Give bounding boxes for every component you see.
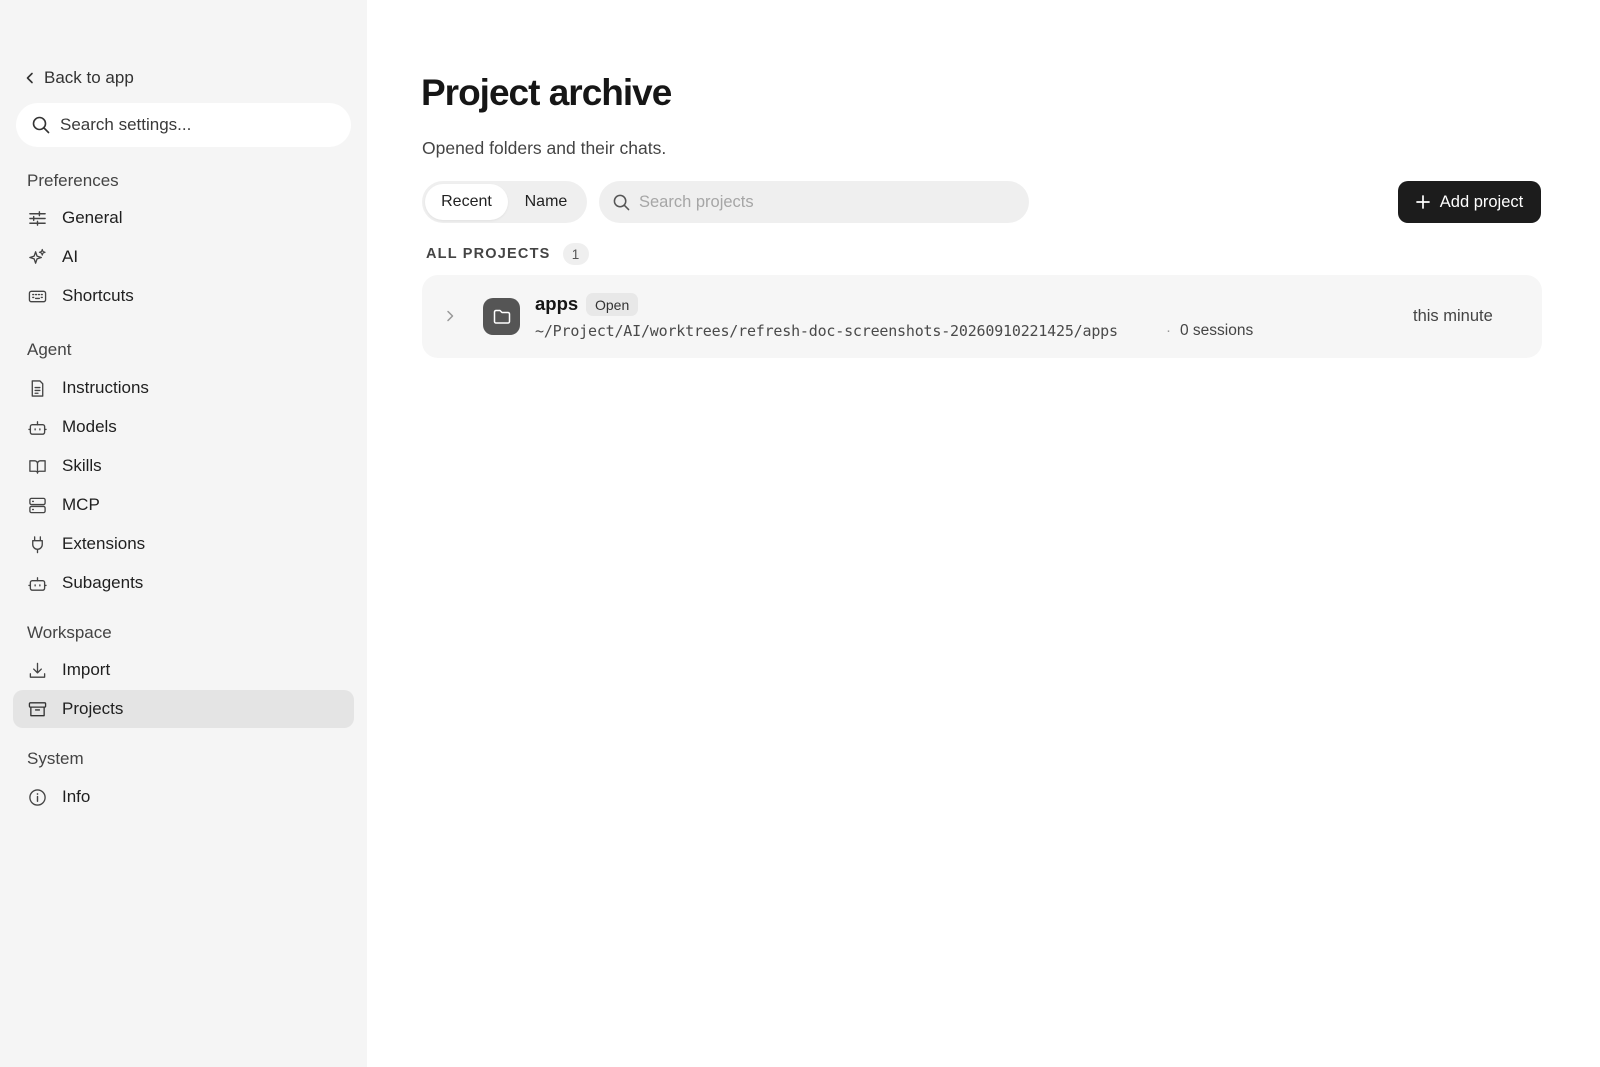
sidebar-item-shortcuts[interactable]: Shortcuts [13, 277, 354, 315]
sidebar-item-info[interactable]: Info [13, 778, 354, 816]
sidebar-item-label: Subagents [62, 573, 144, 592]
project-row[interactable]: apps Open ~/Project/AI/worktrees/refresh… [422, 275, 1542, 358]
settings-sidebar: Back to app Preferences General AI Short… [0, 0, 367, 1067]
page-subtitle: Opened folders and their chats. [422, 138, 667, 158]
section-title-workspace: Workspace [27, 623, 112, 642]
last-opened-time: this minute [1413, 307, 1493, 325]
sidebar-item-models[interactable]: Models [13, 408, 354, 446]
sidebar-item-label: MCP [62, 495, 100, 514]
project-path: ~/Project/AI/worktrees/refresh-doc-scree… [535, 322, 1118, 340]
info-icon [27, 787, 47, 807]
search-icon [613, 194, 630, 210]
sidebar-item-projects[interactable]: Projects [13, 690, 354, 728]
document-icon [27, 378, 47, 398]
search-icon [32, 116, 50, 134]
back-to-app-label: Back to app [44, 68, 134, 87]
sliders-icon [27, 208, 47, 228]
sidebar-item-label: General [62, 208, 123, 227]
meta-separator: · [1166, 322, 1171, 339]
section-title-agent: Agent [27, 340, 72, 359]
keyboard-icon [27, 286, 47, 306]
bot-icon [27, 573, 47, 593]
sidebar-item-label: Projects [62, 699, 124, 718]
sidebar-item-label: Instructions [62, 378, 149, 397]
section-title-system: System [27, 749, 84, 768]
sidebar-item-label: Models [62, 417, 117, 436]
folder-avatar [483, 298, 520, 335]
sidebar-item-label: AI [62, 247, 79, 266]
add-project-label: Add project [1439, 192, 1524, 211]
section-title-preferences: Preferences [27, 171, 119, 190]
project-archive-panel: Project archive Opened folders and their… [367, 0, 1600, 1067]
sidebar-item-import[interactable]: Import [13, 651, 354, 689]
sort-toggle: Recent Name [422, 181, 587, 223]
sidebar-item-label: Info [62, 787, 91, 806]
download-icon [27, 660, 47, 680]
back-to-app-link[interactable]: Back to app [24, 66, 134, 90]
all-projects-label: ALL PROJECTS [426, 246, 551, 262]
chevron-left-icon [26, 72, 33, 84]
plus-icon [1415, 195, 1430, 209]
project-search-field[interactable] [599, 181, 1029, 223]
sidebar-item-mcp[interactable]: MCP [13, 486, 354, 524]
add-project-button[interactable]: Add project [1398, 181, 1541, 223]
session-count: 0 sessions [1180, 322, 1254, 339]
page-title: Project archive [421, 72, 672, 113]
bot-icon [27, 417, 47, 437]
project-search-input[interactable] [639, 192, 1019, 212]
search-settings-input[interactable] [60, 115, 320, 135]
sidebar-item-general[interactable]: General [13, 199, 354, 237]
archive-icon [27, 699, 47, 719]
sparkles-icon [27, 247, 47, 267]
sort-recent-button[interactable]: Recent [425, 184, 508, 220]
book-open-icon [27, 456, 47, 476]
project-count-badge: 1 [562, 243, 589, 265]
project-name[interactable]: apps [535, 293, 578, 315]
sidebar-item-instructions[interactable]: Instructions [13, 369, 354, 407]
search-settings-field[interactable] [16, 103, 351, 147]
sidebar-item-label: Import [62, 660, 111, 679]
plug-icon [27, 534, 47, 554]
sidebar-item-label: Shortcuts [62, 286, 134, 305]
sidebar-item-skills[interactable]: Skills [13, 447, 354, 485]
chevron-right-icon[interactable] [443, 309, 457, 323]
sidebar-item-label: Skills [62, 456, 102, 475]
sidebar-item-ai[interactable]: AI [13, 238, 354, 276]
sort-name-button[interactable]: Name [508, 184, 584, 220]
sidebar-item-extensions[interactable]: Extensions [13, 525, 354, 563]
folder-icon [493, 309, 510, 324]
sidebar-item-label: Extensions [62, 534, 146, 553]
sidebar-item-subagents[interactable]: Subagents [13, 564, 354, 602]
project-list-header: ALL PROJECTS 1 [426, 243, 589, 265]
status-badge: Open [586, 293, 639, 316]
server-icon [27, 495, 47, 515]
